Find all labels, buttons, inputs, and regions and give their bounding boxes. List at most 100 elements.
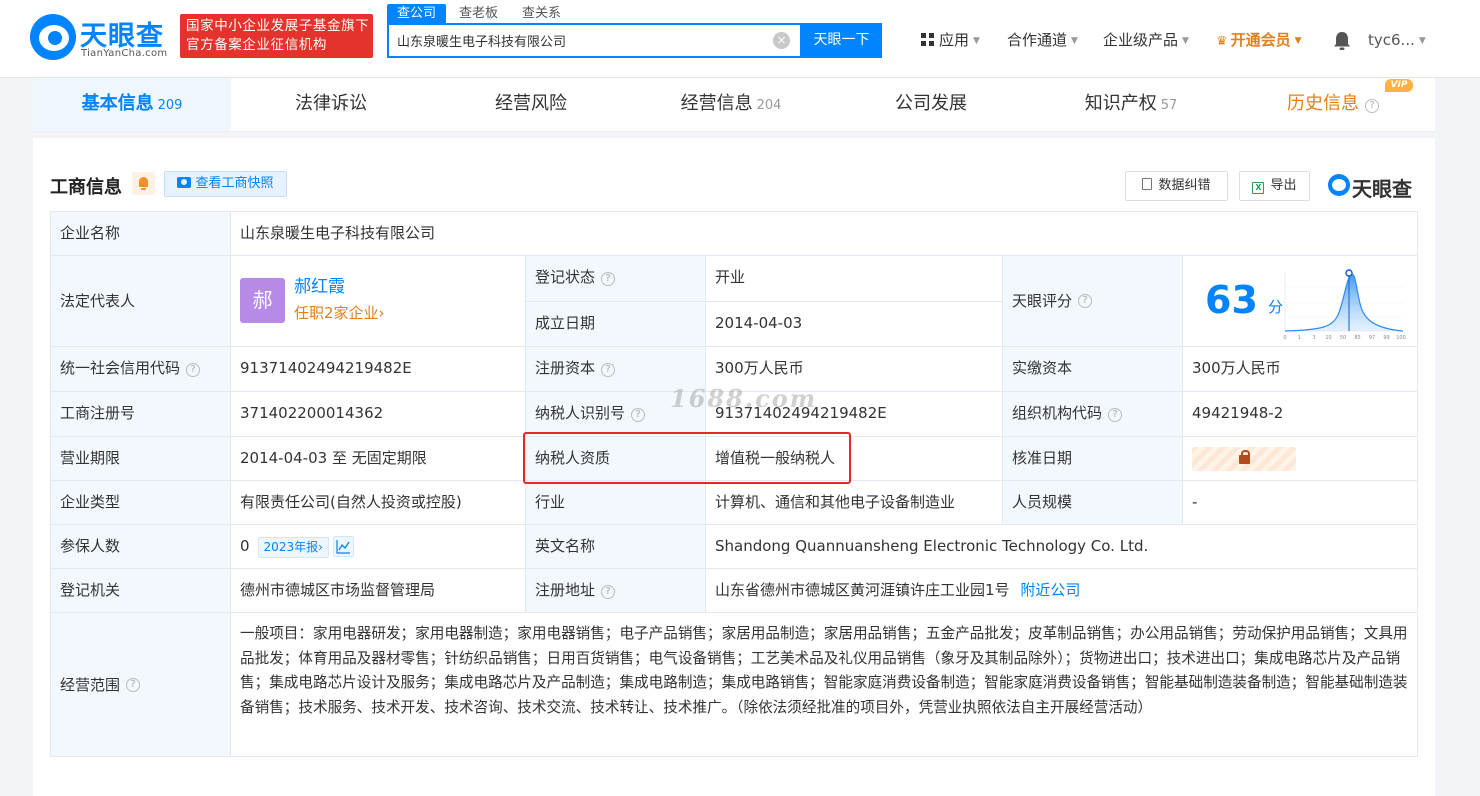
approval-date-label: 核准日期: [1003, 437, 1183, 481]
score-cell[interactable]: 63 分 0 1 3 10 50 85 97 99 100: [1183, 256, 1417, 347]
search-tab-relation[interactable]: 查关系: [522, 4, 561, 23]
company-type-label: 企业类型: [51, 481, 231, 525]
clear-icon[interactable]: ×: [773, 32, 790, 49]
document-icon: [1142, 178, 1153, 190]
vip-tag: VIP: [1385, 79, 1413, 92]
credit-code-label-text: 统一社会信用代码: [60, 359, 181, 377]
nav-enterprise-label: 企业级产品: [1103, 31, 1179, 49]
tab-ip[interactable]: 知识产权 57: [1031, 78, 1231, 131]
tab-risk[interactable]: 经营风险: [431, 78, 631, 131]
reg-capital-value: 300万人民币: [706, 347, 1003, 392]
term-label: 营业期限: [51, 437, 231, 481]
tab-count: 204: [756, 98, 782, 113]
nav-channel[interactable]: 合作通道 ▼: [1007, 30, 1078, 51]
legal-rep-label: 法定代表人: [51, 256, 231, 347]
correct-label: 数据纠错: [1158, 178, 1211, 193]
annual-report-tag[interactable]: 2023年报›: [257, 537, 329, 558]
tab-operation[interactable]: 经营信息 204: [631, 78, 831, 131]
founded-value: 2014-04-03: [706, 302, 1003, 347]
english-name-label: 英文名称: [526, 525, 706, 569]
address-cell: 山东省德州市德城区黄河涯镇许庄工业园1号 附近公司: [706, 569, 1417, 613]
search-button[interactable]: 天眼一下: [801, 23, 882, 58]
snapshot-button[interactable]: 查看工商快照: [164, 171, 287, 197]
help-icon[interactable]: ?: [186, 363, 201, 377]
help-icon[interactable]: ?: [601, 585, 616, 599]
reg-capital-label-text: 注册资本: [535, 359, 596, 377]
user-menu[interactable]: tyc6... ▼: [1368, 30, 1426, 51]
help-icon[interactable]: ?: [601, 272, 616, 286]
help-icon[interactable]: ?: [126, 677, 141, 692]
company-type-value: 有限责任公司(自然人投资或控股): [231, 481, 526, 525]
monitor-bell-icon[interactable]: [132, 172, 155, 195]
nav-vip[interactable]: ♛ 开通会员 ▼: [1216, 30, 1302, 52]
data-correct-button[interactable]: 数据纠错: [1125, 171, 1228, 201]
scope-label: 经营范围?: [51, 613, 231, 756]
tax-qual-value: 增值税一般纳税人: [706, 437, 1003, 481]
tab-label: 历史信息: [1287, 93, 1359, 114]
gov-badge-line2: 官方备案企业征信机构: [186, 37, 327, 53]
score-tick-label: 50: [1340, 335, 1346, 341]
score-tick-label: 100: [1396, 335, 1406, 341]
section-tab-bar: 基本信息 209 法律诉讼 经营风险 经营信息 204 公司发展 知识产权 57 历史…: [33, 78, 1435, 132]
help-icon[interactable]: ?: [601, 363, 616, 377]
score-tick-label: 3: [1312, 335, 1315, 341]
address-label-text: 注册地址: [535, 581, 596, 599]
taxpayer-id-value: 91371402494219482E: [706, 392, 1003, 437]
founded-label: 成立日期: [526, 302, 706, 347]
locked-value[interactable]: [1192, 447, 1296, 471]
tab-legal[interactable]: 法律诉讼: [231, 78, 431, 131]
legal-rep-jobs[interactable]: 任职2家企业›: [294, 302, 385, 324]
search-tab-company[interactable]: 查公司: [387, 4, 447, 23]
caret-down-icon: ▼: [1294, 36, 1302, 46]
score-tick-label: 1: [1298, 335, 1301, 341]
business-info-card: 工商信息 查看工商快照 数据纠错 X 导出 天眼查 企业名称 山东泉暖生电子科技有…: [33, 138, 1435, 796]
score-ticks: 0 1 3 10 50 85 97 99 100: [1283, 335, 1405, 341]
brand-logo[interactable]: 天眼查 TianYanCha.com: [30, 14, 172, 62]
tab-basic-info[interactable]: 基本信息 209: [33, 78, 231, 131]
tab-count: 57: [1160, 98, 1178, 113]
trend-chart-icon[interactable]: [332, 536, 354, 557]
tab-label: 经营风险: [495, 93, 567, 114]
industry-label: 行业: [526, 481, 706, 525]
address-value: 山东省德州市德城区黄河涯镇许庄工业园1号: [715, 581, 1010, 599]
credit-code-label: 统一社会信用代码?: [51, 347, 231, 392]
scope-label-text: 经营范围: [60, 675, 121, 694]
paid-capital-value: 300万人民币: [1183, 347, 1417, 392]
help-icon[interactable]: ?: [1108, 408, 1123, 422]
top-header: 天眼查 TianYanCha.com 国家中小企业发展子基金旗下 官方备案企业征…: [0, 0, 1480, 78]
tab-label: 公司发展: [895, 93, 967, 114]
avatar[interactable]: 郝: [240, 278, 285, 323]
apps-grid-icon: [921, 33, 934, 46]
search-input[interactable]: [397, 25, 767, 56]
score-tick-label: 10: [1325, 335, 1331, 341]
taxpayer-id-label: 纳税人识别号?: [526, 392, 706, 437]
nav-apps[interactable]: 应用 ▼: [921, 30, 980, 51]
industry-value: 计算机、通信和其他电子设备制造业: [706, 481, 1003, 525]
score-curve-fill: [1285, 274, 1403, 331]
authority-value: 德州市德城区市场监督管理局: [231, 569, 526, 613]
help-icon[interactable]: ?: [1365, 99, 1379, 113]
legal-rep-cell: 郝 郝红霞 任职2家企业›: [231, 256, 526, 347]
lock-icon: [1239, 450, 1250, 464]
nav-enterprise[interactable]: 企业级产品 ▼: [1103, 30, 1189, 51]
reg-no-value: 371402200014362: [231, 392, 526, 437]
export-label: 导出: [1270, 178, 1297, 193]
help-icon[interactable]: ?: [1078, 294, 1093, 308]
nav-apps-label: 应用: [939, 31, 970, 49]
search-tab-boss[interactable]: 查老板: [459, 4, 498, 23]
snapshot-label: 查看工商快照: [195, 176, 274, 191]
tax-qual-label: 纳税人资质: [526, 437, 706, 481]
staff-size-label: 人员规模: [1003, 481, 1183, 525]
bell-icon[interactable]: [1333, 31, 1351, 51]
score-label-text: 天眼评分: [1012, 292, 1073, 310]
tab-development[interactable]: 公司发展: [831, 78, 1031, 131]
legal-rep-name[interactable]: 郝红霞: [294, 276, 345, 298]
export-button[interactable]: X 导出: [1239, 171, 1310, 201]
address-label: 注册地址?: [526, 569, 706, 613]
tab-count: 209: [157, 98, 183, 113]
status-label-text: 登记状态: [535, 268, 596, 286]
gov-badge: 国家中小企业发展子基金旗下 官方备案企业征信机构: [180, 14, 373, 58]
help-icon[interactable]: ?: [631, 408, 646, 422]
score-tick-label: 85: [1354, 335, 1360, 341]
nearby-companies-link[interactable]: 附近公司: [1020, 581, 1080, 599]
